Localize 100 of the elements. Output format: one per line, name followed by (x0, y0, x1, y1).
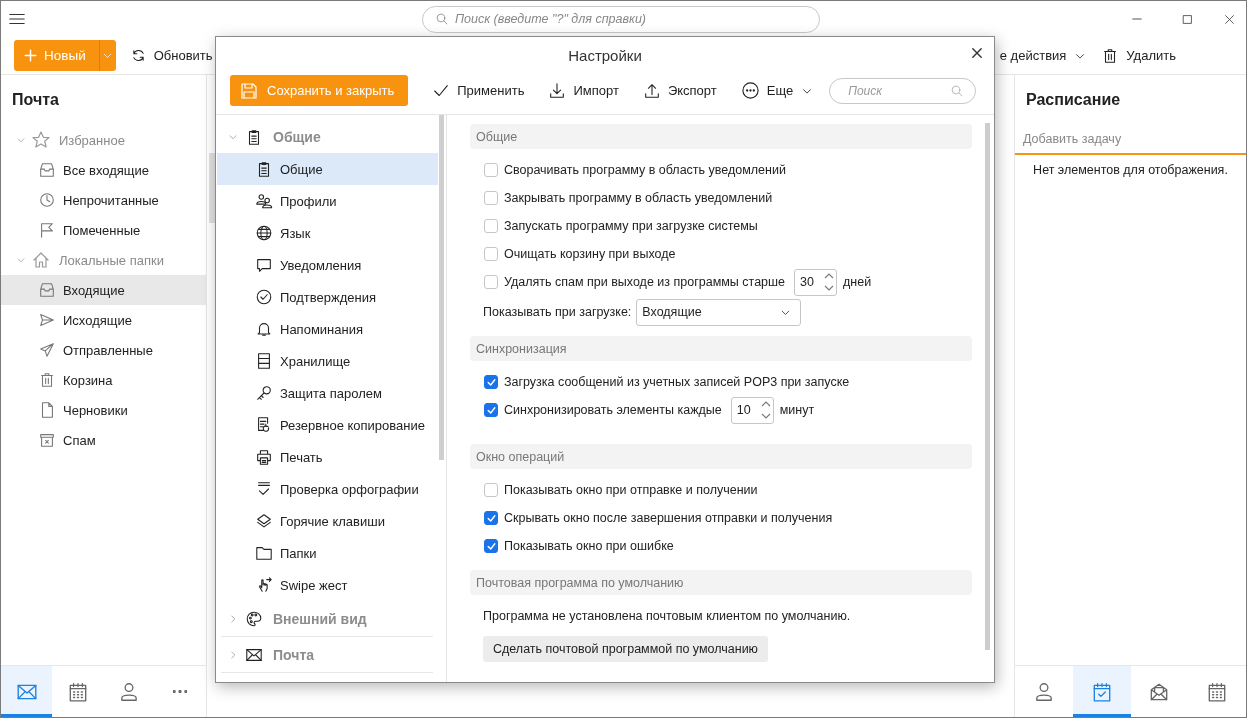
maximize-icon (1180, 12, 1194, 26)
search-placeholder: Поиск (введите "?" для справки) (455, 12, 646, 26)
download-icon (548, 81, 567, 100)
checkbox-label: Удалять спам при выходе из программы старше (504, 275, 785, 289)
spellcheck-icon (255, 480, 273, 498)
settings-item[interactable]: Защита паролем (217, 377, 438, 409)
folder-item[interactable]: Исходящие (1, 305, 206, 335)
spin-arrows-icon (760, 399, 771, 421)
settings-item[interactable]: Swipe жест (217, 569, 438, 601)
folder-item[interactable]: Входящие (1, 275, 206, 305)
info-text: Программа не установлена почтовым клиентом по умолчанию. (482, 608, 852, 625)
delete-button[interactable]: Удалить (1101, 46, 1176, 65)
checkbox[interactable] (484, 483, 498, 497)
checkbox-label: Сворачивать программу в область уведомлений (504, 163, 786, 177)
more-circle-icon (740, 81, 760, 100)
settings-item[interactable]: Горячие клавиши (217, 505, 438, 537)
checkbox-label: Загрузка сообщений из учетных записей POP3 при запуске (504, 375, 850, 389)
scrollbar[interactable] (985, 123, 990, 650)
dropdown[interactable]: Входящие (636, 298, 802, 326)
section-header: Общие (470, 124, 972, 149)
trash-icon (38, 371, 56, 389)
set-default-button[interactable]: Сделать почтовой программой по умолчанию (483, 636, 768, 662)
panel-title: Расписание (1025, 90, 1122, 110)
star-icon (31, 130, 51, 150)
palette-icon (245, 609, 263, 628)
search-icon (435, 12, 449, 26)
folder-item[interactable]: Черновики (1, 395, 206, 425)
clock-icon (38, 191, 56, 209)
actions-button[interactable]: е действия (999, 48, 1088, 63)
folder-item[interactable]: Корзина (1, 365, 206, 395)
globe-icon (255, 224, 273, 242)
folder-item[interactable]: Все входящие (1, 155, 206, 185)
field-label: Показывать при загрузке: (483, 305, 632, 319)
check-circle-icon (255, 288, 273, 306)
checkbox-label: Показывать окно при отправке и получении (504, 483, 758, 497)
settings-item[interactable]: Папки (217, 537, 438, 569)
empty-message: Нет элементов для отображения. (1032, 162, 1229, 177)
apply-button[interactable]: Применить (432, 81, 525, 100)
bell-icon (255, 320, 273, 338)
more-button[interactable]: Еще (740, 81, 815, 100)
layers-icon (255, 512, 273, 530)
settings-item[interactable]: Подтверждения (217, 281, 438, 313)
more-icon (173, 690, 188, 693)
folder-item[interactable]: Отправленные (1, 335, 206, 365)
checkbox[interactable] (484, 163, 498, 177)
folder-group[interactable]: Избранное (1, 125, 206, 155)
speech-bubble-icon (255, 256, 273, 274)
close-button[interactable] (970, 46, 984, 60)
unit-label: минут (779, 403, 815, 417)
dialog-title: Настройки (568, 46, 642, 64)
refresh-button[interactable]: Обновить (129, 47, 213, 64)
plus-icon (23, 48, 38, 63)
inbox-icon (38, 161, 56, 179)
checkbox[interactable] (484, 219, 498, 233)
number-spinner[interactable]: 10 (730, 396, 774, 424)
search-field[interactable]: Поиск (829, 77, 976, 104)
folder-group[interactable]: Локальные папки (1, 245, 206, 275)
close-icon (970, 46, 984, 60)
storage-icon (255, 352, 273, 370)
import-button[interactable]: Импорт (548, 81, 619, 100)
folder-item[interactable]: Непрочитанные (1, 185, 206, 215)
send-icon (38, 311, 56, 329)
key-icon (255, 384, 273, 402)
settings-item[interactable]: Проверка орфографии (217, 473, 438, 505)
settings-item[interactable]: Язык (217, 217, 438, 249)
folder-item[interactable]: Помеченные (1, 215, 206, 245)
checkbox[interactable] (484, 191, 498, 205)
panel-title: Почта (11, 90, 60, 110)
spam-box-icon (38, 431, 56, 449)
nav-tab[interactable] (1072, 666, 1131, 717)
settings-item[interactable]: Уведомления (217, 249, 438, 281)
settings-item[interactable]: Общие (217, 153, 438, 185)
spin-arrows-icon (824, 271, 834, 293)
checkbox[interactable] (484, 247, 498, 261)
section-header: Почтовая программа по умолчанию (470, 570, 972, 595)
nav-tab[interactable] (1, 666, 53, 717)
checkbox[interactable] (484, 511, 498, 525)
settings-item[interactable]: Хранилище (217, 345, 438, 377)
checkbox[interactable] (484, 275, 498, 289)
people-icon (255, 192, 273, 210)
search-icon (950, 83, 964, 98)
checkbox-label: Синхронизировать элементы каждые (504, 403, 722, 417)
inbox-icon (38, 281, 56, 299)
close-icon (1222, 12, 1236, 26)
scrollbar[interactable] (439, 115, 444, 460)
folder-item[interactable]: Спам (1, 425, 206, 455)
checkbox[interactable] (484, 403, 498, 417)
folder-icon (255, 544, 273, 562)
checkbox-label: Очищать корзину при выходе (504, 247, 676, 261)
upload-icon (642, 81, 661, 100)
settings-item[interactable]: Напоминания (217, 313, 438, 345)
checkbox[interactable] (484, 539, 498, 553)
export-button[interactable]: Экспорт (642, 81, 717, 100)
settings-item[interactable]: Печать (217, 441, 438, 473)
section-header: Синхронизация (470, 336, 972, 361)
checkbox-label: Скрывать окно после завершения отправки и получения (504, 511, 833, 525)
checkbox[interactable] (484, 375, 498, 389)
settings-item[interactable]: Профили (217, 185, 438, 217)
settings-item[interactable]: Резервное копирование (217, 409, 438, 441)
number-spinner[interactable]: 30 (794, 268, 837, 296)
